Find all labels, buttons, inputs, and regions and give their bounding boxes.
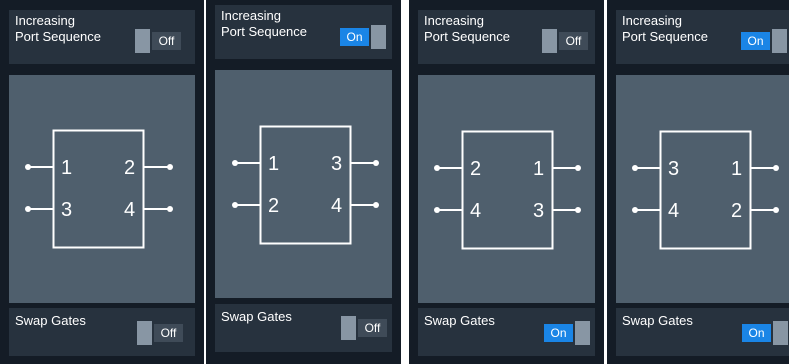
swap-gates-toggle[interactable]: Off: [137, 321, 183, 345]
port-number-right-bottom: 4: [331, 195, 342, 217]
port-diagram-svg: 2 4 1 3: [434, 130, 581, 250]
swap-gates-row: Swap Gates Off: [215, 304, 392, 352]
toggle-state-label: Off: [358, 319, 387, 337]
port-number-right-top: 2: [124, 157, 135, 179]
toggle-knob: [371, 25, 386, 49]
port-number-right-top: 1: [731, 158, 742, 180]
device-box: [659, 130, 752, 250]
toggle-knob: [542, 29, 557, 53]
port-terminal-left-bottom: [25, 206, 31, 212]
port-terminal-right-top: [373, 160, 379, 166]
device-box: [259, 125, 352, 245]
toggle-knob: [773, 321, 788, 345]
port-terminal-left-bottom: [632, 207, 638, 213]
toggle-knob: [575, 321, 590, 345]
toggle-knob: [772, 29, 787, 53]
port-diagram: 3 4 1 2: [616, 75, 789, 303]
port-terminal-right-bottom: [773, 207, 779, 213]
port-number-left-top: 1: [61, 157, 72, 179]
port-terminal-right-top: [575, 165, 581, 171]
swap-gates-toggle[interactable]: On: [742, 321, 788, 345]
toggle-knob: [137, 321, 152, 345]
port-number-left-top: 3: [668, 158, 679, 180]
device-box: [52, 129, 145, 249]
increasing-port-sequence-row: Increasing Port Sequence On: [215, 5, 392, 59]
swap-gates-label: Swap Gates: [221, 309, 292, 324]
port-terminal-left-top: [434, 165, 440, 171]
increasing-port-sequence-row: Increasing Port Sequence Off: [9, 10, 195, 64]
port-terminal-right-bottom: [167, 206, 173, 212]
port-number-left-bottom: 3: [61, 199, 72, 221]
swap-gates-label: Swap Gates: [622, 313, 693, 328]
swap-gates-label: Swap Gates: [424, 313, 495, 328]
toggle-knob: [135, 29, 150, 53]
port-terminal-right-top: [167, 164, 173, 170]
increasing-port-sequence-toggle[interactable]: On: [340, 25, 386, 49]
port-number-left-bottom: 4: [470, 200, 481, 222]
port-terminal-left-top: [25, 164, 31, 170]
port-number-right-bottom: 2: [731, 200, 742, 222]
port-terminal-left-top: [632, 165, 638, 171]
port-terminal-right-bottom: [575, 207, 581, 213]
port-number-right-top: 3: [331, 153, 342, 175]
increasing-port-sequence-toggle[interactable]: Off: [542, 29, 588, 53]
swap-gates-row: Swap Gates On: [418, 308, 595, 356]
port-terminal-right-bottom: [373, 202, 379, 208]
swap-gates-label: Swap Gates: [15, 313, 86, 328]
toggle-state-label: On: [741, 32, 770, 50]
swap-gates-row: Swap Gates On: [616, 308, 789, 356]
increasing-port-sequence-row: Increasing Port Sequence On: [616, 10, 789, 64]
port-terminal-right-top: [773, 165, 779, 171]
device-box: [461, 130, 554, 250]
toggle-state-label: On: [742, 324, 771, 342]
port-number-left-bottom: 4: [668, 200, 679, 222]
increasing-port-sequence-label: Increasing Port Sequence: [15, 13, 102, 44]
swap-gates-toggle[interactable]: On: [544, 321, 590, 345]
increasing-port-sequence-toggle[interactable]: Off: [135, 29, 181, 53]
increasing-port-sequence-toggle[interactable]: On: [741, 29, 787, 53]
port-diagram-svg: 1 3 2 4: [25, 129, 173, 249]
increasing-port-sequence-row: Increasing Port Sequence Off: [418, 10, 595, 64]
port-number-right-top: 1: [533, 158, 544, 180]
port-number-left-top: 2: [470, 158, 481, 180]
config-panel-2: Increasing Port Sequence On 1 2 3 4 Swap…: [206, 0, 401, 364]
toggle-state-label: On: [544, 324, 573, 342]
port-number-right-bottom: 3: [533, 200, 544, 222]
port-number-left-bottom: 2: [268, 195, 279, 217]
config-panel-4: Increasing Port Sequence On 3 4 1 2 Swap…: [607, 0, 789, 364]
config-panel-1: Increasing Port Sequence Off 1 3 2 4 Swa…: [0, 0, 204, 364]
toggle-knob: [341, 316, 356, 340]
port-diagram: 1 2 3 4: [215, 70, 392, 298]
port-diagram: 2 4 1 3: [418, 75, 595, 303]
port-diagram-svg: 1 2 3 4: [232, 125, 379, 245]
increasing-port-sequence-label: Increasing Port Sequence: [622, 13, 709, 44]
port-number-left-top: 1: [268, 153, 279, 175]
port-terminal-left-top: [232, 160, 238, 166]
toggle-state-label: Off: [559, 32, 588, 50]
increasing-port-sequence-label: Increasing Port Sequence: [424, 13, 511, 44]
toggle-state-label: On: [340, 28, 369, 46]
port-number-right-bottom: 4: [124, 199, 135, 221]
toggle-state-label: Off: [154, 324, 183, 342]
toggle-state-label: Off: [152, 32, 181, 50]
swap-gates-toggle[interactable]: Off: [341, 316, 387, 340]
port-terminal-left-bottom: [232, 202, 238, 208]
port-terminal-left-bottom: [434, 207, 440, 213]
increasing-port-sequence-label: Increasing Port Sequence: [221, 8, 308, 39]
port-diagram-svg: 3 4 1 2: [632, 130, 779, 250]
swap-gates-row: Swap Gates Off: [9, 308, 195, 356]
config-panel-3: Increasing Port Sequence Off 2 4 1 3 Swa…: [409, 0, 604, 364]
port-diagram: 1 3 2 4: [9, 75, 195, 303]
